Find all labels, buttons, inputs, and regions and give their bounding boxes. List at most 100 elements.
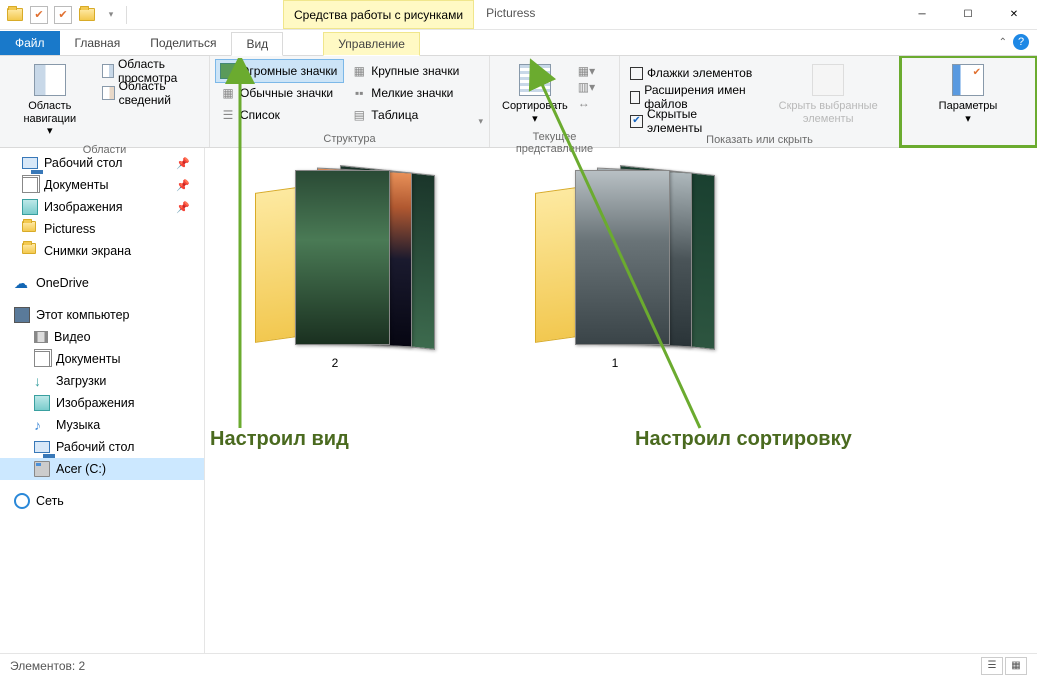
hidden-items-toggle[interactable]: Скрытые элементы: [626, 110, 759, 132]
folder-item-1[interactable]: 1: [515, 158, 715, 370]
maximize-button[interactable]: ☐: [945, 0, 991, 29]
tree-item-screenshots[interactable]: Снимки экрана: [0, 240, 204, 262]
tab-home[interactable]: Главная: [60, 31, 136, 55]
qat-dropdown[interactable]: ▾: [102, 6, 120, 24]
size-columns-icon[interactable]: ↔: [578, 96, 595, 110]
tree-item-music[interactable]: ♪Музыка: [0, 414, 204, 436]
help-button[interactable]: ?: [1013, 34, 1029, 50]
list-button[interactable]: ☰ Список: [216, 104, 343, 126]
tree-item-documents[interactable]: Документы📌: [0, 174, 204, 196]
folder-view[interactable]: 2 1 Настроил вид Настроил сортировку: [205, 148, 1037, 653]
details-view-icon: ▤: [351, 107, 367, 123]
details-pane-icon: [102, 86, 115, 100]
downloads-icon: ↓: [34, 373, 50, 389]
checkbox-icon: [630, 67, 643, 80]
small-icons-button[interactable]: ▪▪ Мелкие значки: [347, 82, 474, 104]
tree-item-acer-c[interactable]: Acer (C:): [0, 458, 204, 480]
hide-selected-icon: [812, 64, 844, 96]
ribbon-tabs: Файл Главная Поделиться Вид Управление ⌃…: [0, 30, 1037, 56]
title-bar: ✔ ✔ ▾ Средства работы с рисунками Pictur…: [0, 0, 1037, 30]
qat-checkbox-2[interactable]: ✔: [54, 6, 72, 24]
checkbox-icon: [630, 91, 640, 104]
app-icon[interactable]: [6, 6, 24, 24]
file-extensions-toggle[interactable]: Расширения имен файлов: [626, 86, 759, 108]
folder-item-2[interactable]: 2: [235, 158, 435, 370]
desktop-icon: [22, 157, 38, 169]
tree-item-network[interactable]: Сеть: [0, 490, 204, 512]
large-icons-icon: ▦: [351, 63, 367, 79]
folder-icon: [22, 221, 38, 237]
item-checkboxes-toggle[interactable]: Флажки элементов: [626, 62, 759, 84]
sort-button[interactable]: Сортировать▾: [496, 60, 574, 129]
folder-label: 1: [612, 356, 619, 370]
navigation-tree[interactable]: Рабочий стол📌 Документы📌 Изображения📌 Pi…: [0, 148, 205, 653]
huge-icons-button[interactable]: Огромные значки: [216, 60, 343, 82]
tab-manage[interactable]: Управление: [323, 32, 420, 56]
tree-item-onedrive[interactable]: ☁OneDrive: [0, 272, 204, 294]
details-view-button[interactable]: ▤ Таблица: [347, 104, 474, 126]
list-icon: ☰: [220, 107, 236, 123]
ribbon: Область навигации▾ Область просмотра Обл…: [0, 56, 1037, 148]
tree-item-videos[interactable]: Видео: [0, 326, 204, 348]
small-icons-icon: ▪▪: [351, 85, 367, 101]
pin-icon: 📌: [176, 179, 190, 192]
tree-item-documents-2[interactable]: Документы: [0, 348, 204, 370]
minimize-button[interactable]: ─: [899, 0, 945, 29]
this-pc-icon: [14, 307, 30, 323]
medium-icons-icon: ▦: [220, 85, 236, 101]
tree-item-desktop[interactable]: Рабочий стол📌: [0, 152, 204, 174]
tab-file[interactable]: Файл: [0, 31, 60, 55]
tree-item-pictures-2[interactable]: Изображения: [0, 392, 204, 414]
ribbon-collapse-icon[interactable]: ⌃: [999, 37, 1007, 48]
icons-view-switch[interactable]: ▦: [1005, 657, 1027, 675]
navigation-pane-icon: [34, 64, 66, 96]
checkbox-checked-icon: [630, 115, 643, 128]
add-columns-icon[interactable]: ▥▾: [578, 80, 595, 94]
preview-pane-icon: [102, 64, 114, 78]
pictures-icon: [22, 199, 38, 215]
options-button[interactable]: ✔ Параметры▾: [933, 60, 1004, 143]
tree-item-this-pc[interactable]: Этот компьютер: [0, 304, 204, 326]
app-icon-2[interactable]: [78, 6, 96, 24]
layout-more-icon[interactable]: ▾: [478, 116, 483, 127]
pin-icon: 📌: [176, 201, 190, 214]
documents-icon: [34, 351, 50, 367]
folder-thumbnail: [520, 158, 710, 348]
hide-selected-button: Скрыть выбранные элементы: [763, 60, 893, 132]
folder-label: 2: [332, 356, 339, 370]
status-bar: Элементов: 2 ☰ ▦: [0, 653, 1037, 677]
pin-icon: 📌: [176, 157, 190, 170]
qat-checkbox-1[interactable]: ✔: [30, 6, 48, 24]
group-by-icon[interactable]: ▦▾: [578, 64, 595, 78]
disk-icon: [34, 461, 50, 477]
music-icon: ♪: [34, 417, 50, 433]
tree-item-downloads[interactable]: ↓Загрузки: [0, 370, 204, 392]
videos-icon: [34, 331, 48, 343]
large-icons-button[interactable]: ▦ Крупные значки: [347, 60, 474, 82]
folder-icon: [22, 243, 38, 259]
onedrive-icon: ☁: [14, 275, 30, 291]
folder-thumbnail: [240, 158, 430, 348]
documents-icon: [22, 177, 38, 193]
desktop-icon: [34, 441, 50, 453]
group-label-show: Показать или скрыть: [626, 132, 893, 146]
tree-item-desktop-2[interactable]: Рабочий стол: [0, 436, 204, 458]
tab-view[interactable]: Вид: [231, 32, 283, 56]
tree-item-pictures[interactable]: Изображения📌: [0, 196, 204, 218]
group-label-layout: Структура: [216, 131, 483, 145]
contextual-tab-label: Средства работы с рисунками: [283, 0, 474, 29]
sort-icon: [519, 64, 551, 96]
annotation-sort-text: Настроил сортировку: [635, 428, 852, 451]
medium-icons-button[interactable]: ▦ Обычные значки: [216, 82, 343, 104]
tab-share[interactable]: Поделиться: [135, 31, 231, 55]
options-icon: ✔: [952, 64, 984, 96]
group-label-options: [906, 143, 1030, 145]
tree-item-picturess[interactable]: Picturess: [0, 218, 204, 240]
quick-access-toolbar: ✔ ✔ ▾: [0, 0, 133, 29]
close-button[interactable]: ✕: [991, 0, 1037, 29]
annotation-view-text: Настроил вид: [210, 428, 349, 451]
pictures-icon: [34, 395, 50, 411]
details-view-switch[interactable]: ☰: [981, 657, 1003, 675]
navigation-pane-button[interactable]: Область навигации▾: [6, 60, 94, 142]
details-pane-button[interactable]: Область сведений: [98, 82, 203, 104]
